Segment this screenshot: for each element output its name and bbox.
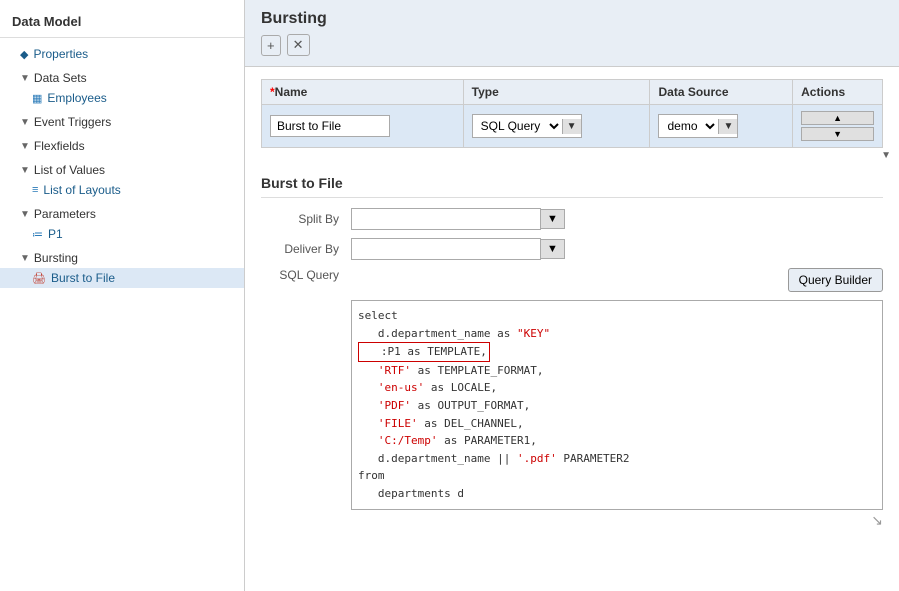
split-by-row: Split By /DATA_DS/G_1/DEPARTMEN ▼: [261, 208, 883, 230]
sql-line-10: from: [358, 467, 876, 485]
query-builder-button[interactable]: Query Builder: [788, 268, 883, 292]
resize-handle[interactable]: ↘: [871, 512, 883, 529]
burst-to-file-section: Burst to File Split By /DATA_DS/G_1/DEPA…: [245, 163, 899, 541]
main-title: Bursting: [261, 10, 883, 28]
arrow-flexfields: ▼: [20, 141, 30, 152]
arrow-bursting: ▼: [20, 253, 30, 264]
type-dropdown-btn[interactable]: ▼: [562, 119, 581, 134]
deliver-by-dropdown[interactable]: ▼: [541, 239, 565, 259]
deliver-by-row: Deliver By /DATA_DS/G_1/DEPARTMEN ▼: [261, 238, 883, 260]
cell-actions: ▲ ▼: [793, 105, 883, 148]
name-input[interactable]: [270, 115, 390, 137]
sql-line-3: :P1 as TEMPLATE,: [358, 342, 490, 362]
split-by-input[interactable]: /DATA_DS/G_1/DEPARTMEN: [351, 208, 541, 230]
list-icon: ≡: [32, 184, 38, 196]
add-button[interactable]: +: [261, 35, 281, 56]
sidebar-item-employees[interactable]: ▦ Employees: [0, 88, 244, 108]
sql-area-wrapper: Query Builder select d.department_name a…: [351, 268, 883, 529]
sidebar-label-parameters[interactable]: ▼ Parameters: [0, 204, 244, 224]
sidebar-section-parameters: ▼ Parameters ≔ P1: [0, 202, 244, 246]
sidebar-item-p1[interactable]: ≔ P1: [0, 224, 244, 244]
sql-line-2: d.department_name as "KEY": [358, 325, 876, 343]
deliver-by-input[interactable]: /DATA_DS/G_1/DEPARTMEN: [351, 238, 541, 260]
arrow-list-of-values: ▼: [20, 165, 30, 176]
sidebar-title: Data Model: [0, 8, 244, 38]
main-content: Bursting + ✕ *Name Type Data Source Acti…: [245, 0, 899, 591]
cell-type: SQL Query ▼: [463, 105, 650, 148]
bursting-table-section: *Name Type Data Source Actions: [245, 67, 899, 148]
sql-line-8: 'C:/Temp' as PARAMETER1,: [358, 432, 876, 450]
sidebar-section-flexfields: ▼ Flexfields: [0, 134, 244, 158]
sidebar-item-burst-to-file[interactable]: 🖨 Burst to File: [0, 268, 244, 288]
sidebar-section-datasets: ▼ Data Sets ▦ Employees: [0, 66, 244, 110]
datasource-select-wrapper[interactable]: demo ▼: [658, 114, 738, 138]
col-header-actions: Actions: [793, 80, 883, 105]
deliver-by-label: Deliver By: [261, 242, 351, 256]
type-select-wrapper[interactable]: SQL Query ▼: [472, 114, 582, 138]
sidebar-label-bursting[interactable]: ▼ Bursting: [0, 248, 244, 268]
move-up-button[interactable]: ▲: [801, 111, 874, 125]
sidebar-label-flexfields[interactable]: ▼ Flexfields: [0, 136, 244, 156]
burst-section-title: Burst to File: [261, 175, 883, 198]
sidebar-section-bursting: ▼ Bursting 🖨 Burst to File: [0, 246, 244, 290]
datasource-select[interactable]: demo: [659, 115, 718, 137]
sql-display-area[interactable]: select d.department_name as "KEY" :P1 as…: [351, 300, 883, 510]
deliver-by-control: /DATA_DS/G_1/DEPARTMEN ▼: [351, 238, 565, 260]
sidebar-section-list-of-values: ▼ List of Values ≡ List of Layouts: [0, 158, 244, 202]
table-header-row: *Name Type Data Source Actions: [262, 80, 883, 105]
sql-line-11: departments d: [358, 485, 876, 503]
arrow-datasets: ▼: [20, 73, 30, 84]
sql-line-6: 'PDF' as OUTPUT_FORMAT,: [358, 397, 876, 415]
col-header-datasource: Data Source: [650, 80, 793, 105]
type-select[interactable]: SQL Query: [473, 115, 562, 137]
cell-name[interactable]: [262, 105, 464, 148]
cell-datasource: demo ▼: [650, 105, 793, 148]
sidebar-label-datasets[interactable]: ▼ Data Sets: [0, 68, 244, 88]
datasource-dropdown-btn[interactable]: ▼: [718, 119, 737, 134]
sidebar-section-event-triggers: ▼ Event Triggers: [0, 110, 244, 134]
sql-query-label: SQL Query: [261, 268, 351, 282]
param-icon: ≔: [32, 228, 43, 241]
sql-line-5: 'en-us' as LOCALE,: [358, 379, 876, 397]
split-by-label: Split By: [261, 212, 351, 226]
sidebar-section-properties: ◆ Properties: [0, 42, 244, 66]
bursting-table: *Name Type Data Source Actions: [261, 79, 883, 148]
split-by-control: /DATA_DS/G_1/DEPARTMEN ▼: [351, 208, 565, 230]
sql-line-9: d.department_name || '.pdf' PARAMETER2: [358, 450, 876, 468]
col-header-name: *Name: [262, 80, 464, 105]
sidebar-label-event-triggers[interactable]: ▼ Event Triggers: [0, 112, 244, 132]
table-row[interactable]: SQL Query ▼ demo ▼: [262, 105, 883, 148]
divider-handle[interactable]: ▼: [245, 148, 899, 163]
action-arrows: ▲ ▼: [801, 110, 874, 142]
burst-icon: 🖨: [32, 272, 46, 285]
sidebar-item-properties[interactable]: ◆ Properties: [0, 44, 244, 64]
main-header: Bursting + ✕: [245, 0, 899, 67]
arrow-parameters: ▼: [20, 209, 30, 220]
delete-button[interactable]: ✕: [287, 34, 310, 56]
split-by-dropdown[interactable]: ▼: [541, 209, 565, 229]
sql-line-1: select: [358, 307, 876, 325]
properties-icon: ◆: [20, 48, 28, 61]
col-header-type: Type: [463, 80, 650, 105]
move-down-button[interactable]: ▼: [801, 127, 874, 141]
db-icon: ▦: [32, 92, 42, 105]
collapse-arrow: ▼: [881, 150, 891, 161]
sql-line-7: 'FILE' as DEL_CHANNEL,: [358, 415, 876, 433]
sql-line-4: 'RTF' as TEMPLATE_FORMAT,: [358, 362, 876, 380]
sql-query-row: SQL Query Query Builder select d.departm…: [261, 268, 883, 529]
sidebar-item-list-of-layouts[interactable]: ≡ List of Layouts: [0, 180, 244, 200]
toolbar: + ✕: [261, 34, 883, 56]
sidebar-label-list-of-values[interactable]: ▼ List of Values: [0, 160, 244, 180]
sidebar: Data Model ◆ Properties ▼ Data Sets ▦ Em…: [0, 0, 245, 591]
arrow-event-triggers: ▼: [20, 117, 30, 128]
